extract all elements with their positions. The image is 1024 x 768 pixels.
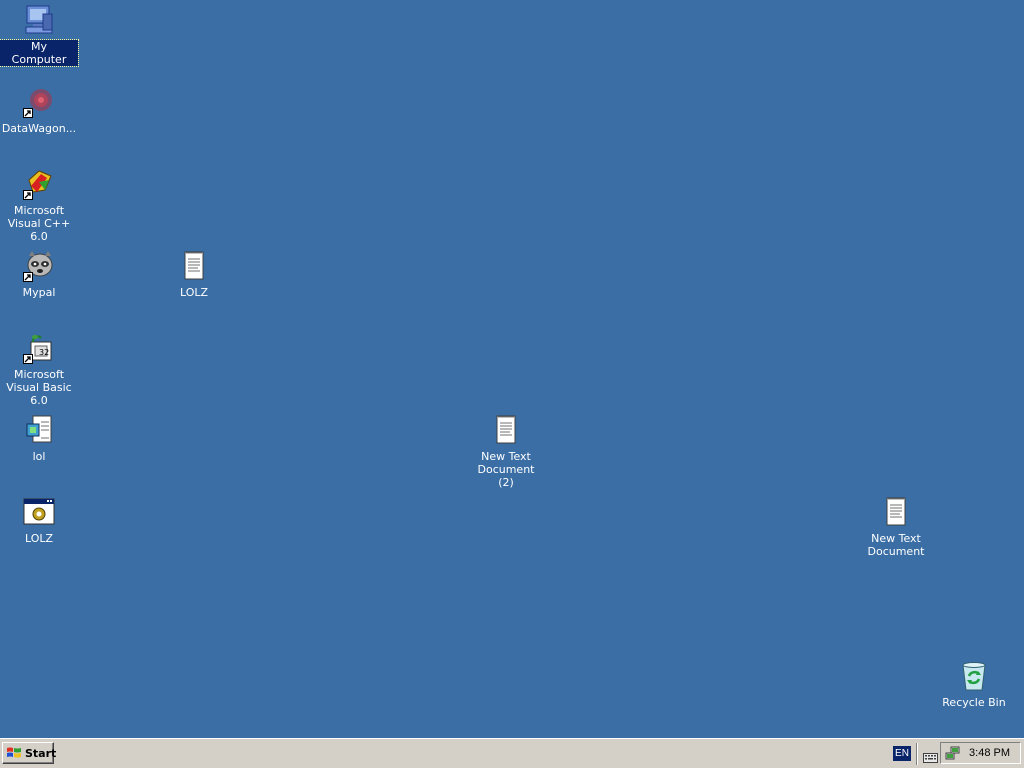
- desktop-icon-visual-cpp[interactable]: Microsoft Visual C++ 6.0: [0, 168, 78, 243]
- visual-basic-icon: 32: [23, 332, 55, 364]
- desktop-icon-label: DataWagon...: [1, 122, 77, 135]
- desktop-icon-label: Microsoft Visual C++ 6.0: [7, 204, 71, 243]
- desktop-icon-label: New Text Document: [867, 532, 925, 558]
- desktop-icon-lolz-text[interactable]: LOLZ: [155, 250, 233, 299]
- windows-logo-icon: [6, 746, 22, 760]
- taskbar-separator: [916, 743, 918, 765]
- recycle-bin-icon: [958, 660, 990, 692]
- network-icon[interactable]: [945, 745, 961, 761]
- desktop-icon-recycle-bin[interactable]: Recycle Bin: [935, 660, 1013, 709]
- datawagon-icon: [23, 86, 55, 118]
- desktop-icon-label: My Computer: [0, 39, 79, 67]
- visual-cpp-icon: [23, 168, 55, 200]
- desktop-icon-datawagon[interactable]: DataWagon...: [0, 86, 78, 135]
- mypal-icon: [23, 250, 55, 282]
- desktop-icon-label: Mypal: [22, 286, 56, 299]
- desktop-icon-label: lol: [32, 450, 46, 463]
- text-document-icon: [880, 496, 912, 528]
- desktop-icon-lolz-app[interactable]: LOLZ: [0, 496, 78, 545]
- desktop-icon-visual-basic[interactable]: 32 Microsoft Visual Basic 6.0: [0, 332, 78, 407]
- desktop-icon-label: New Text Document (2): [477, 450, 535, 489]
- desktop-icon-mypal[interactable]: Mypal: [0, 250, 78, 299]
- text-document-icon: [178, 250, 210, 282]
- desktop-icon-lol[interactable]: lol: [0, 414, 78, 463]
- text-document-icon: [490, 414, 522, 446]
- shortcut-arrow-icon: [23, 190, 33, 200]
- shortcut-arrow-icon: [23, 272, 33, 282]
- desktop-icon-new-text-document[interactable]: New Text Document: [857, 496, 935, 558]
- start-button[interactable]: Start: [2, 742, 57, 764]
- clock[interactable]: 3:48 PM: [969, 746, 1010, 760]
- computer-icon: [23, 4, 55, 36]
- shortcut-arrow-icon: [23, 108, 33, 118]
- language-indicator[interactable]: EN: [893, 746, 911, 761]
- desktop-icon-label: Microsoft Visual Basic 6.0: [6, 368, 72, 407]
- script-file-icon: [23, 414, 55, 446]
- svg-text:32: 32: [39, 348, 49, 357]
- application-icon: [23, 496, 55, 528]
- desktop-icon-label: LOLZ: [24, 532, 54, 545]
- system-tray: 3:48 PM: [940, 742, 1021, 764]
- desktop-icon-label: Recycle Bin: [942, 696, 1006, 709]
- desktop-icon-label: LOLZ: [179, 286, 209, 299]
- desktop-icon-my-computer[interactable]: My Computer: [0, 4, 79, 67]
- start-label: Start: [25, 746, 57, 760]
- desktop[interactable]: My Computer DataWagon... Microsoft Visua…: [0, 0, 1024, 738]
- desktop-icon-new-text-document-2[interactable]: New Text Document (2): [467, 414, 545, 489]
- keyboard-icon[interactable]: [923, 748, 938, 763]
- taskbar: Start EN 3:48 PM: [0, 738, 1024, 768]
- shortcut-arrow-icon: [23, 354, 33, 364]
